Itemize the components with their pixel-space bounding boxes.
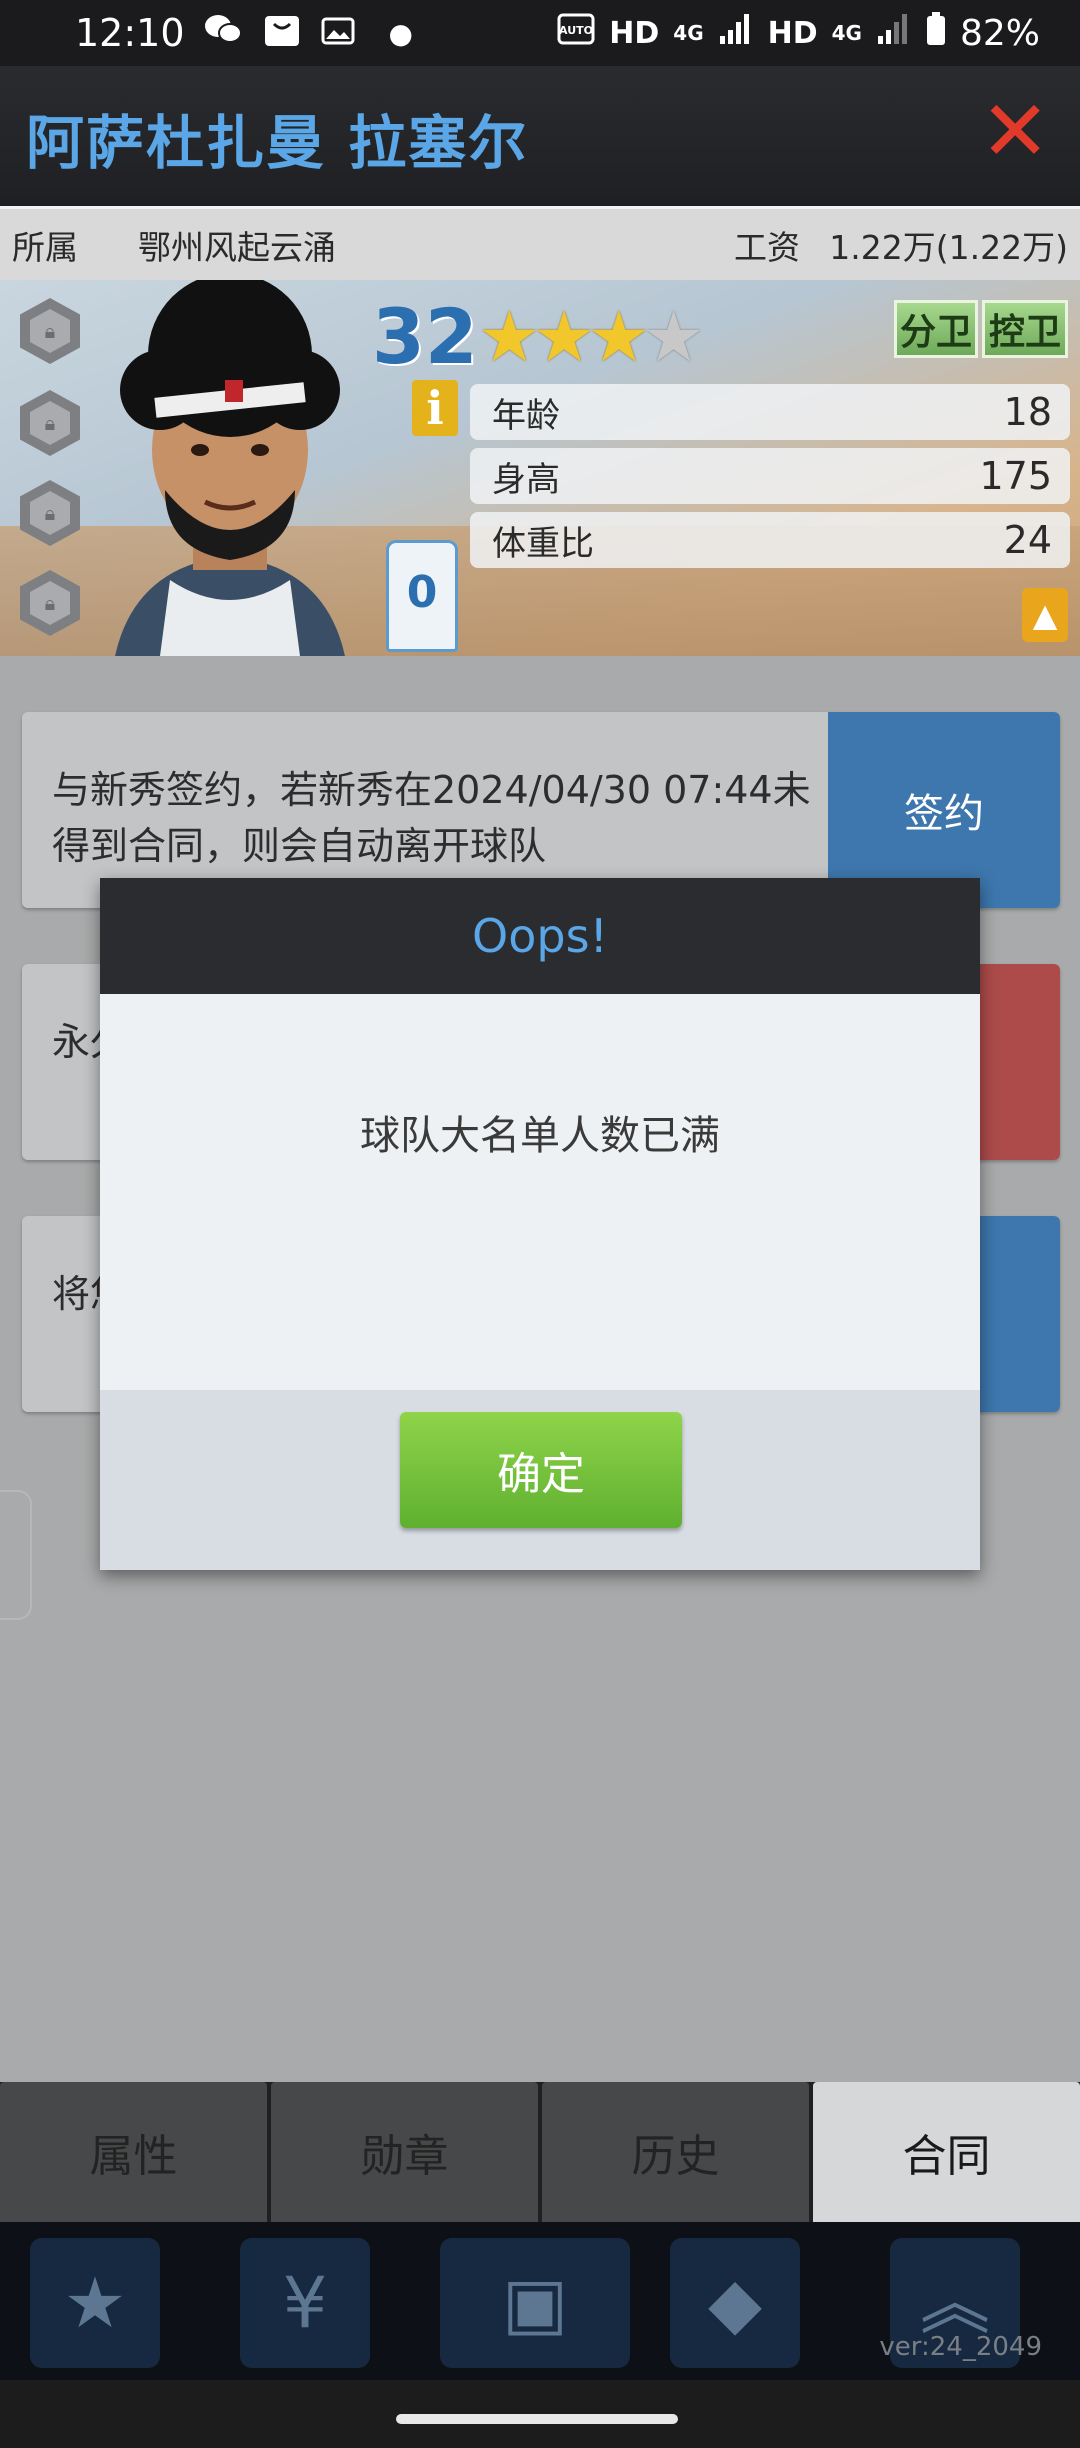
jersey-number: 0 — [386, 540, 458, 652]
hd-label-2: HD — [767, 15, 818, 51]
lock-icon[interactable]: 🔒︎ — [20, 390, 80, 456]
ok-button[interactable]: 确定 — [400, 1412, 682, 1528]
salary-value: 1.22万(1.22万) — [829, 227, 1068, 267]
dialog-message: 球队大名单人数已满 — [100, 994, 980, 1270]
home-indicator[interactable] — [396, 2414, 678, 2424]
error-dialog: Oops! 球队大名单人数已满 确定 — [100, 878, 980, 1570]
tab-bar: 属性 勋章 历史 合同 — [0, 2082, 1080, 2222]
status-right: AUTO HD 4G HD 4G 82% — [557, 12, 1040, 54]
tab-badges[interactable]: 勋章 — [271, 2082, 538, 2222]
stat-row-age: 年龄 18 — [470, 384, 1070, 440]
star-nav-icon[interactable]: ★ — [30, 2238, 160, 2368]
status-bar: 12:10 ● AUTO HD 4G HD 4G 82% — [0, 0, 1080, 66]
signal-icon — [718, 12, 754, 54]
stat-value: 175 — [979, 454, 1052, 498]
position-tag: 分卫 — [894, 300, 978, 358]
wechat-icon — [203, 12, 243, 55]
close-icon: ✕ — [980, 82, 1051, 180]
star-icon: ★ — [478, 296, 541, 378]
bottom-nav: ★ ¥ ▣ ◆ ︽ ver:24_2049 — [0, 2222, 1080, 2380]
close-button[interactable]: ✕ — [980, 89, 1050, 173]
lock-icon[interactable]: 🔒︎ — [20, 298, 80, 364]
tab-history[interactable]: 历史 — [542, 2082, 809, 2222]
image-icon — [321, 13, 355, 54]
stat-row-weight: 体重比 24 — [470, 512, 1070, 568]
stat-row-height: 身高 175 — [470, 448, 1070, 504]
team-name: 鄂州风起云涌 — [138, 227, 336, 267]
stat-value: 24 — [1003, 518, 1052, 562]
dialog-title: Oops! — [100, 878, 980, 994]
team-nav-icon[interactable]: ▣ — [440, 2238, 630, 2368]
stat-label: 身高 — [492, 459, 560, 500]
tab-contract[interactable]: 合同 — [813, 2082, 1080, 2222]
overall-rating: 32 — [372, 292, 478, 381]
stat-label: 年龄 — [492, 395, 560, 436]
svg-text:AUTO: AUTO — [559, 24, 593, 37]
status-time: 12:10 — [75, 11, 185, 55]
tab-attributes[interactable]: 属性 — [0, 2082, 267, 2222]
player-card: 🔒︎ 🔒︎ 🔒︎ 🔒︎ 32 ★★★★ 分卫 控卫 i 年龄 18 身高 175… — [0, 280, 1080, 656]
team-label: 所属 — [12, 227, 78, 267]
dot-icon: ● — [388, 16, 413, 50]
stat-label: 体重比 — [492, 523, 594, 564]
dialog-body-spacer — [100, 1270, 980, 1390]
star-icon: ★ — [587, 296, 651, 378]
info-icon[interactable]: i — [412, 380, 458, 436]
position-tag: 控卫 — [982, 300, 1068, 358]
player-name: 阿萨杜扎曼 拉塞尔 — [26, 109, 529, 177]
network-label-1: 4G — [673, 21, 704, 45]
hd-label-1: HD — [609, 15, 660, 51]
bag-icon — [263, 10, 301, 57]
battery-icon — [926, 12, 946, 54]
network-label-2: 4G — [831, 21, 862, 45]
battery-percent: 82% — [959, 12, 1040, 54]
title-bar: 阿萨杜扎曼 拉塞尔 ✕ — [0, 66, 1080, 206]
player-avatar — [75, 280, 385, 656]
diamond-nav-icon[interactable]: ◆ — [670, 2238, 800, 2368]
version-label: ver:24_2049 — [879, 2332, 1042, 2362]
stat-value: 18 — [1003, 390, 1052, 434]
signal-icon-2 — [876, 12, 912, 54]
fire-icon[interactable]: ▲ — [1022, 588, 1068, 642]
dialog-footer: 确定 — [100, 1390, 980, 1570]
star-rating: ★★★★ — [478, 296, 705, 378]
star-icon: ★ — [532, 296, 596, 378]
yen-nav-icon[interactable]: ¥ — [240, 2238, 370, 2368]
info-strip: 所属 鄂州风起云涌 工资 1.22万(1.22万) — [0, 206, 1080, 280]
contract-text: 与新秀签约，若新秀在2024/04/30 07:44未得到合同，则会自动离开球队 — [52, 768, 811, 868]
salary-label: 工资 — [734, 227, 800, 267]
side-handle[interactable] — [0, 1490, 32, 1620]
auto-hz-icon: AUTO — [557, 13, 595, 53]
star-icon: ★ — [642, 296, 705, 378]
